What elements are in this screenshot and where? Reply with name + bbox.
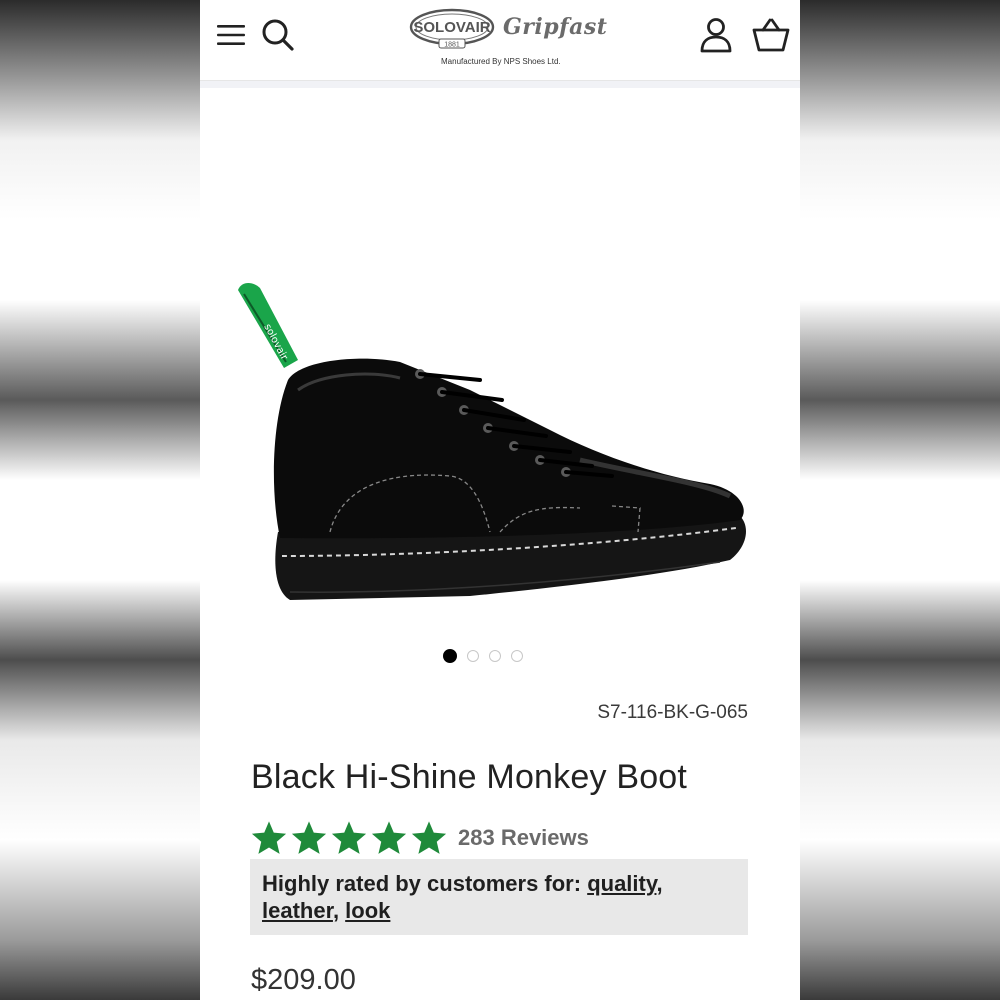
- rated-tag-separator: ,: [656, 871, 663, 896]
- site-header: SOLOVAIR 1881 Gripfast Manufactured By N…: [200, 0, 800, 81]
- star-icon: [331, 821, 367, 854]
- star-icon: [411, 821, 447, 854]
- rated-tag-look[interactable]: look: [345, 898, 390, 923]
- rated-tag-quality[interactable]: quality: [587, 871, 656, 896]
- search-button[interactable]: [258, 15, 298, 55]
- mobile-page: SOLOVAIR 1881 Gripfast Manufactured By N…: [200, 0, 800, 1000]
- star-icon: [291, 821, 327, 854]
- product-image[interactable]: solovair: [220, 270, 780, 610]
- product-sku: S7-116-BK-G-065: [597, 702, 748, 723]
- rating-row: 283 Reviews: [250, 818, 589, 858]
- solovair-logo-text: SOLOVAIR: [413, 19, 490, 36]
- star-icon: [251, 821, 287, 854]
- account-button[interactable]: [696, 15, 736, 55]
- menu-icon: [217, 25, 245, 45]
- highly-rated-box: Highly rated by customers for: quality, …: [250, 859, 748, 935]
- search-icon: [262, 19, 294, 51]
- menu-button[interactable]: [214, 18, 248, 52]
- star-icon: [371, 821, 407, 854]
- background-left: [0, 0, 200, 1000]
- rated-tag-separator: ,: [332, 898, 346, 923]
- gallery-pagination: [443, 649, 523, 664]
- header-divider: [200, 81, 800, 88]
- gallery-dot-4[interactable]: [511, 650, 523, 662]
- gallery-dot-2[interactable]: [467, 650, 479, 662]
- background-right: [800, 0, 1000, 1000]
- highly-rated-label: Highly rated by customers for:: [262, 871, 588, 896]
- product-price: $209.00: [251, 964, 356, 996]
- logo-tagline: Manufactured By NPS Shoes Ltd.: [441, 57, 561, 66]
- gallery-dot-1[interactable]: [443, 649, 457, 663]
- brand-logo[interactable]: SOLOVAIR 1881 Gripfast Manufactured By N…: [405, 6, 608, 72]
- basket-button[interactable]: [750, 15, 792, 55]
- solovair-year: 1881: [444, 42, 460, 49]
- product-title: Black Hi-Shine Monkey Boot: [251, 758, 688, 796]
- rated-tag-leather[interactable]: leather: [262, 898, 333, 923]
- gallery-dot-3[interactable]: [489, 650, 501, 662]
- basket-icon: [752, 18, 790, 52]
- gripfast-logo: Gripfast: [503, 14, 608, 40]
- star-rating[interactable]: [250, 819, 448, 857]
- account-icon: [700, 18, 732, 53]
- reviews-link[interactable]: 283 Reviews: [458, 825, 589, 851]
- solovair-logo: SOLOVAIR 1881: [409, 8, 495, 49]
